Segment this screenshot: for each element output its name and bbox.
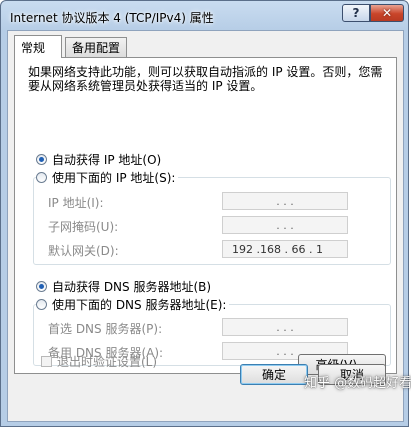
subnet-mask-value: . . . <box>276 218 294 232</box>
default-gateway-label: 默认网关(D): <box>48 244 119 258</box>
radio-manual-dns-label: 使用下面的 DNS 服务器地址(E): <box>52 297 227 312</box>
validate-checkbox[interactable] <box>41 356 52 367</box>
ip-address-label: IP 地址(I): <box>48 196 104 210</box>
radio-manual-ip[interactable]: 使用下面的 IP 地址(S): <box>36 169 179 185</box>
radio-auto-ip[interactable]: 自动获得 IP 地址(O) <box>36 151 161 167</box>
default-gateway-value: 192 .168 . 66 . 1 <box>232 242 323 256</box>
default-gateway-field[interactable]: 192 .168 . 66 . 1 <box>222 240 348 258</box>
validate-on-exit[interactable]: 退出时验证设置(L) <box>41 353 157 370</box>
preferred-dns-value: . . . <box>276 320 294 334</box>
radio-auto-dns[interactable]: 自动获得 DNS 服务器地址(B) <box>36 278 211 294</box>
radio-auto-ip-label: 自动获得 IP 地址(O) <box>52 152 162 167</box>
radio-button-checked[interactable] <box>36 153 47 165</box>
radio-auto-dns-label: 自动获得 DNS 服务器地址(B) <box>52 279 212 294</box>
radio-button-unchecked[interactable] <box>36 171 47 183</box>
description-text: 如果网络支持此功能，则可以获取自动指派的 IP 设置。否则，您需要从网络系统管理… <box>28 65 383 93</box>
ip-address-field[interactable]: . . . <box>222 192 348 210</box>
subnet-mask-field[interactable]: . . . <box>222 216 348 234</box>
ip-address-value: . . . <box>276 194 294 208</box>
close-button[interactable]: ✕ <box>370 4 404 22</box>
tab-alternate-config-label: 备用配置 <box>72 41 121 55</box>
alternate-dns-value: . . . <box>276 344 294 358</box>
radio-button-checked[interactable] <box>36 280 47 292</box>
general-panel: 如果网络支持此功能，则可以获取自动指派的 IP 设置。否则，您需要从网络系统管理… <box>14 57 397 374</box>
ok-button-label: 确定 <box>261 368 286 382</box>
subnet-mask-label: 子网掩码(U): <box>48 220 119 234</box>
tab-general[interactable]: 常规 <box>14 35 62 58</box>
radio-manual-ip-label: 使用下面的 IP 地址(S): <box>52 170 176 185</box>
ok-button[interactable]: 确定 <box>240 364 308 385</box>
window-title: Internet 协议版本 4 (TCP/IPv4) 属性 <box>10 11 214 25</box>
help-button[interactable]: ? <box>342 4 370 22</box>
tab-general-label: 常规 <box>21 40 46 55</box>
close-icon: ✕ <box>381 6 393 20</box>
watermark-text: 知乎 @数码超好看 <box>304 376 411 391</box>
help-icon: ? <box>352 6 360 20</box>
validate-label: 退出时验证设置(L) <box>57 355 158 369</box>
dialog-window: Internet 协议版本 4 (TCP/IPv4) 属性 ? ✕ 常规 备用配… <box>0 0 411 427</box>
radio-manual-dns[interactable]: 使用下面的 DNS 服务器地址(E): <box>36 296 230 312</box>
radio-button-unchecked[interactable] <box>36 298 47 310</box>
title-bar[interactable]: Internet 协议版本 4 (TCP/IPv4) 属性 ? ✕ <box>1 1 408 31</box>
tab-alternate-config[interactable]: 备用配置 <box>65 37 127 57</box>
preferred-dns-label: 首选 DNS 服务器(P): <box>48 322 163 336</box>
preferred-dns-field[interactable]: . . . <box>222 318 348 336</box>
